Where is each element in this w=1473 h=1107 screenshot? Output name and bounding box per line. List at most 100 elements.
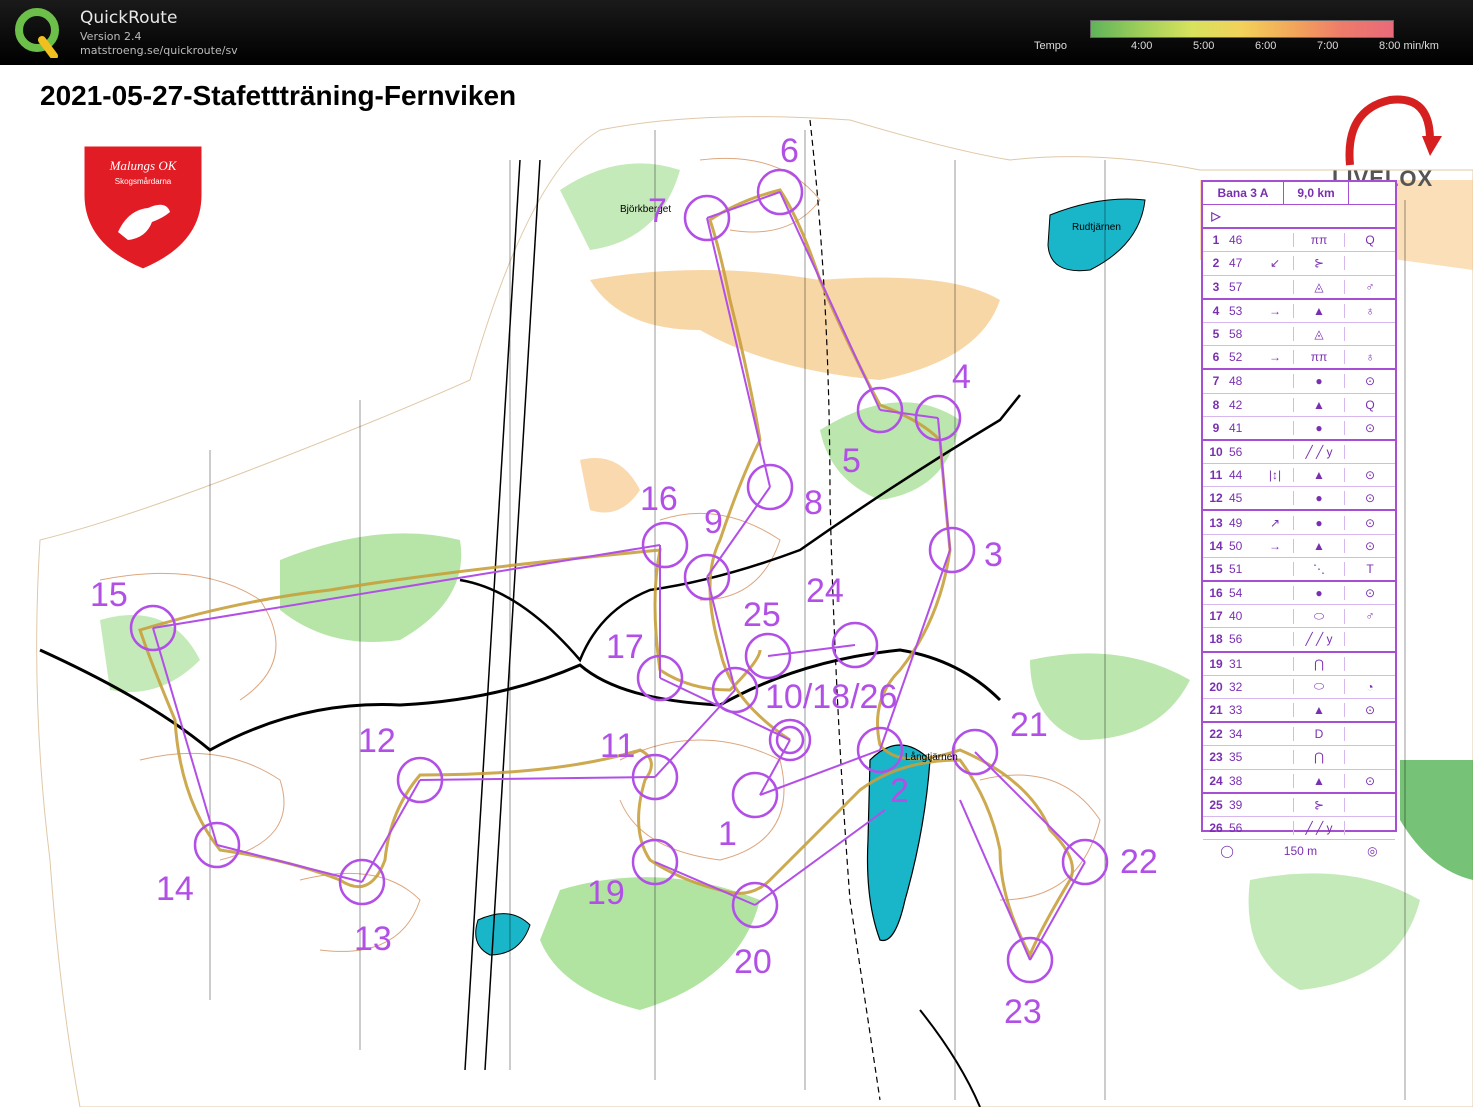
- tempo-tick: 5:00: [1193, 40, 1215, 52]
- legend-row: 25 39 ⊱: [1203, 794, 1395, 817]
- legend-row-number: 1: [1212, 233, 1220, 248]
- legend-row-feature-icon: ╱ ╱ y: [1293, 444, 1345, 459]
- legend-row-feature-icon: ππ: [1293, 233, 1345, 248]
- legend-row-feature-icon: ⊱: [1293, 256, 1345, 271]
- legend-row-number: 24: [1209, 773, 1223, 788]
- control-number: 15: [90, 576, 128, 614]
- tempo-tick: 7:00: [1317, 40, 1339, 52]
- club-logo-shield-icon: Malungs OK Skogsmårdarna: [81, 143, 205, 272]
- legend-row-code: 57: [1229, 279, 1243, 294]
- legend-row-feature-icon: ▲: [1293, 773, 1345, 788]
- legend-row-code: 53: [1229, 303, 1243, 318]
- legend-row-code: 50: [1229, 538, 1243, 553]
- legend-header: Bana 3 A 9,0 km: [1203, 182, 1395, 205]
- legend-row-number: 20: [1209, 679, 1223, 694]
- legend-row: 4 53 → ▲ ♁: [1203, 300, 1395, 323]
- control-number: 23: [1004, 993, 1042, 1031]
- control-number: 19: [587, 874, 625, 912]
- legend-row: 12 45 ● ⊙: [1203, 487, 1395, 512]
- legend-row-number: 23: [1209, 750, 1223, 765]
- legend-row-code: 48: [1229, 374, 1243, 389]
- legend-row-code: 38: [1229, 773, 1243, 788]
- legend-row-number: 19: [1209, 656, 1223, 671]
- legend-row-code: 54: [1229, 586, 1243, 601]
- legend-row-number: 11: [1209, 468, 1223, 483]
- legend-row: 10 56 ╱ ╱ y: [1203, 441, 1395, 465]
- legend-row-feature-icon: ●: [1293, 586, 1345, 601]
- control-number: 3: [984, 536, 1003, 574]
- legend-row: 17 40 ⬭ ♂: [1203, 605, 1395, 629]
- legend-row: 14 50 → ▲ ⊙: [1203, 535, 1395, 558]
- legend-row-direction: ↙: [1269, 256, 1281, 271]
- legend-row: 20 32 ⬭ ◔: [1203, 676, 1395, 699]
- legend-row-extra-icon: ⊙: [1364, 374, 1376, 389]
- legend-row-feature-icon: D: [1293, 727, 1345, 742]
- legend-row-number: 8: [1212, 397, 1220, 412]
- control-number: 24: [806, 572, 844, 610]
- legend-row: 19 31 ⋂: [1203, 653, 1395, 676]
- legend-row-feature-icon: ⋂: [1293, 656, 1345, 671]
- legend-row: 26 56 ╱ ╱ y: [1203, 817, 1395, 841]
- legend-row-direction: ↗: [1269, 515, 1281, 530]
- legend-row-feature-icon: ⋂: [1293, 750, 1345, 765]
- legend-start-row: ▷: [1203, 205, 1395, 230]
- tempo-label: Tempo: [1034, 40, 1068, 52]
- legend-row-number: 22: [1209, 727, 1223, 742]
- legend-row-feature-icon: ●: [1293, 420, 1345, 435]
- legend-course-length: 9,0 km: [1297, 186, 1335, 200]
- legend-scale: 150 m: [1283, 844, 1318, 859]
- control-number: 20: [734, 943, 772, 981]
- legend-row-code: 45: [1229, 491, 1243, 506]
- legend-row-number: 12: [1209, 491, 1223, 506]
- legend-row-number: 6: [1212, 350, 1220, 365]
- legend-row-feature-icon: ⋱: [1293, 561, 1345, 576]
- legend-row: 18 56 ╱ ╱ y: [1203, 628, 1395, 653]
- legend-row: 8 42 ▲ Q: [1203, 394, 1395, 417]
- legend-row-extra-icon: ⊙: [1364, 515, 1376, 530]
- legend-row-code: 58: [1229, 327, 1243, 342]
- legend-row-code: 52: [1229, 350, 1243, 365]
- control-number: 2: [890, 772, 909, 810]
- legend-row-code: 56: [1229, 632, 1243, 647]
- legend-row: 16 54 ● ⊙: [1203, 582, 1395, 606]
- legend-row-number: 9: [1212, 420, 1220, 435]
- control-number: 14: [156, 870, 194, 908]
- legend-row: 9 41 ● ⊙: [1203, 417, 1395, 441]
- legend-row-code: 46: [1229, 233, 1243, 248]
- control-number: 7: [648, 192, 667, 230]
- legend-row: 22 34 D: [1203, 723, 1395, 747]
- start-triangle-icon: ▷: [1211, 209, 1221, 224]
- legend-row-extra-icon: ♁: [1365, 303, 1375, 318]
- legend-row-feature-icon: ⬭: [1293, 608, 1345, 624]
- place-name: Rudtjärnen: [1072, 222, 1121, 233]
- legend-row-number: 17: [1209, 609, 1223, 624]
- legend-row-extra-icon: ♂: [1365, 609, 1375, 624]
- legend-row-number: 25: [1209, 797, 1223, 812]
- legend-row: 5 58 ◬: [1203, 323, 1395, 347]
- legend-row-code: 44: [1229, 468, 1243, 483]
- control-number: 11: [600, 727, 636, 765]
- app-url[interactable]: matstroeng.se/quickroute/sv: [80, 44, 238, 57]
- legend-row-feature-icon: ◬: [1293, 327, 1345, 342]
- legend-row-code: 35: [1229, 750, 1243, 765]
- legend-row-feature-icon: ▲: [1293, 303, 1345, 318]
- legend-row: 6 52 → ππ ♁: [1203, 346, 1395, 371]
- legend-row-code: 31: [1229, 656, 1243, 671]
- legend-row-number: 3: [1212, 279, 1220, 294]
- app-name: QuickRoute: [80, 8, 178, 28]
- legend-course-name: Bana 3 A: [1203, 182, 1284, 204]
- legend-row-extra-icon: ⊙: [1364, 538, 1376, 553]
- legend-row-extra-icon: ⊙: [1364, 703, 1376, 718]
- legend-row: 23 35 ⋂: [1203, 746, 1395, 770]
- legend-row-number: 15: [1209, 561, 1223, 576]
- legend-row-code: 51: [1229, 561, 1243, 576]
- legend-row-code: 40: [1229, 609, 1243, 624]
- legend-row-number: 4: [1212, 303, 1220, 318]
- legend-row-feature-icon: ╱ ╱ y: [1293, 632, 1345, 647]
- legend-row-code: 41: [1229, 420, 1243, 435]
- legend-row-direction: →: [1269, 303, 1281, 318]
- legend-row-number: 16: [1209, 586, 1223, 601]
- legend-row: 13 49 ↗ ● ⊙: [1203, 511, 1395, 535]
- legend-row-number: 14: [1209, 538, 1223, 553]
- finish-double-circle-icon: ◎: [1367, 844, 1378, 859]
